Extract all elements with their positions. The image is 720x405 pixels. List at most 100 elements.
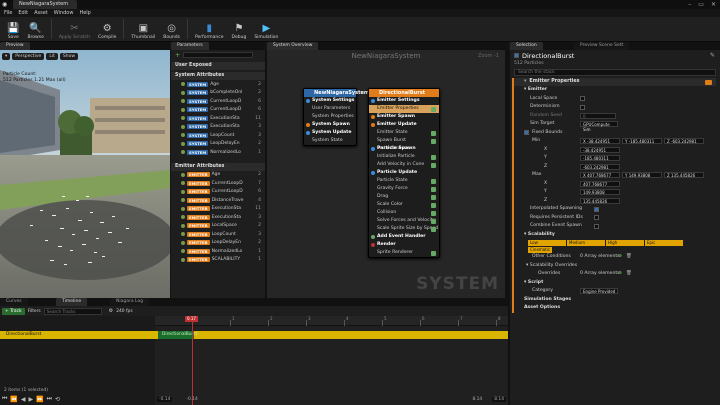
node-row[interactable]: Emitter State (369, 129, 439, 137)
loop-icon[interactable]: ⟲ (55, 396, 60, 403)
node-row[interactable]: Emitter Spawn (369, 113, 439, 121)
parameter-row[interactable]: SYSTEM Age 2 (171, 80, 265, 89)
sim-stages-category[interactable]: Simulation Stages (514, 296, 716, 305)
tab-system-overview[interactable]: System Overview (267, 42, 319, 50)
debug-button[interactable]: ⚑ Debug (228, 17, 251, 42)
parameter-row[interactable]: SYSTEM bCompleteOnl 2 (171, 89, 265, 98)
parameter-row[interactable]: SYSTEM CurrentLoopD 6 (171, 97, 265, 106)
max-y-sub-input[interactable]: 149.93808 (580, 189, 620, 196)
fixed-bounds-checkbox[interactable] (524, 130, 529, 136)
node-row[interactable]: Collision (369, 209, 439, 217)
node-row[interactable]: Emitter Update (369, 121, 439, 129)
random-seed-input[interactable]: 0 (580, 112, 616, 119)
node-row[interactable]: Emitter Settings (369, 97, 439, 105)
time-ruler[interactable]: 012345678 (155, 316, 508, 326)
close-icon[interactable]: ✕ (711, 1, 716, 8)
window-tab[interactable]: NewNiagaraSystem (13, 0, 77, 9)
add-track-button[interactable]: + Track (2, 307, 25, 315)
add-element-icon[interactable]: ⊕ (618, 253, 622, 262)
tab-niagara-log[interactable]: Niagara Log (110, 298, 150, 306)
tab-selection[interactable]: Selection (510, 42, 543, 50)
save-button[interactable]: 💾 Save (3, 17, 23, 42)
max-x-input[interactable]: X 407.768677 (580, 172, 620, 179)
node-row[interactable]: Render (369, 241, 439, 249)
tab-parameters[interactable]: Parameters (171, 42, 209, 50)
scal-tab-medium[interactable]: Medium (567, 239, 605, 246)
tab-curves[interactable]: Curves (0, 298, 28, 306)
parameter-row[interactable]: EMITTER LoopDelayEn 2 (171, 239, 265, 248)
maximize-icon[interactable]: ▭ (698, 1, 704, 8)
emitter-attributes-header[interactable]: Emitter Attributes (171, 162, 265, 171)
node-row[interactable]: Emitter Properties (369, 105, 439, 113)
system-overview-graph[interactable]: NewNiagaraSystem Zoom -1 SYSTEM NewNiaga… (267, 50, 505, 298)
min-x-input[interactable]: X -38.424951 (580, 138, 620, 145)
node-row[interactable]: Initialize Particle (369, 153, 439, 161)
script-category[interactable]: ▾ Script (514, 279, 716, 288)
module-enabled-checkbox[interactable] (431, 154, 436, 160)
compile-button[interactable]: ⚙ Compile (94, 17, 120, 42)
menu-asset[interactable]: Asset (34, 10, 48, 16)
parameter-row[interactable]: SYSTEM LoopDelayEn 2 (171, 140, 265, 149)
node-row[interactable]: Sprite Renderer (369, 249, 439, 257)
menu-edit[interactable]: Edit (18, 10, 28, 16)
node-row[interactable]: System State (304, 137, 356, 145)
scal-tab-low[interactable]: Low (528, 239, 566, 246)
settings-icon[interactable]: ⚙ (109, 308, 113, 314)
parameter-row[interactable]: EMITTER ExecutionSta 11 (171, 205, 265, 214)
filters-button[interactable]: Filters (28, 309, 41, 314)
interp-checkbox[interactable] (594, 206, 599, 212)
range-end[interactable]: 8.14 (492, 396, 506, 402)
performance-button[interactable]: ▮ Performance (191, 17, 228, 42)
parameter-row[interactable]: EMITTER NormalizedLo 1 (171, 247, 265, 256)
parameter-row[interactable]: SYSTEM CurrentLoopD 6 (171, 106, 265, 115)
scal-tab-epic[interactable]: Epic (645, 239, 683, 246)
module-enabled-checkbox[interactable] (431, 210, 436, 216)
parameter-row[interactable]: EMITTER Age 2 (171, 171, 265, 180)
simulation-button[interactable]: ▶ Simulation (250, 17, 282, 42)
add-element-icon[interactable]: ⊕ (618, 270, 622, 279)
bounds-button[interactable]: ◎ Bounds (159, 17, 184, 42)
track-row[interactable]: DirectionalBurst (0, 331, 155, 339)
module-enabled-checkbox[interactable] (431, 218, 436, 224)
parameter-row[interactable]: SYSTEM NormalizedLo 1 (171, 148, 265, 157)
add-parameter-icon[interactable]: + (175, 52, 180, 59)
local-space-checkbox[interactable] (580, 96, 585, 102)
node-row[interactable]: Drag (369, 193, 439, 201)
tab-preview-scene[interactable]: Preview Scene Sett (574, 42, 630, 50)
step-back-icon[interactable]: ⏪ (10, 396, 17, 403)
min-y-input[interactable]: Y -185.480311 (622, 138, 662, 145)
module-enabled-checkbox[interactable] (431, 186, 436, 192)
node-row[interactable]: Solve Forces and Velocity (369, 217, 439, 225)
scalability-category[interactable]: ▾ Scalability (514, 231, 716, 240)
parameters-search-input[interactable] (183, 52, 254, 58)
parameter-row[interactable]: SYSTEM LoopCount 3 (171, 131, 265, 140)
parameter-row[interactable]: EMITTER DistanceTrave 4 (171, 196, 265, 205)
fps-dropdown[interactable]: 240 fps (116, 309, 132, 314)
stack-search-input[interactable]: Search the stack (514, 69, 716, 76)
emitter-range-bar[interactable]: DirectionalBurst (158, 331, 197, 339)
max-x-sub-input[interactable]: 407.768677 (580, 180, 620, 187)
node-row[interactable]: System Settings (304, 97, 356, 105)
node-row[interactable]: Particle State (369, 177, 439, 185)
to-end-icon[interactable]: ⏭ (47, 395, 52, 403)
minimize-icon[interactable]: – (688, 1, 691, 8)
scal-tab-high[interactable]: High (606, 239, 644, 246)
node-row[interactable]: Add Velocity in Cone (369, 161, 439, 169)
req-ids-checkbox[interactable] (594, 215, 599, 221)
parameter-row[interactable]: EMITTER CurrentLoopD 6 (171, 188, 265, 197)
module-enabled-checkbox[interactable] (431, 130, 436, 136)
module-enabled-checkbox[interactable] (431, 202, 436, 208)
module-enabled-checkbox[interactable] (431, 250, 436, 256)
range-start[interactable]: -0.14 (157, 396, 173, 402)
tab-timeline[interactable]: Timeline (56, 298, 88, 306)
module-enabled-checkbox[interactable] (431, 162, 436, 168)
parameter-row[interactable]: EMITTER LocalSpace 2 (171, 222, 265, 231)
min-z-input[interactable]: Z -603.242981 (664, 138, 704, 145)
tab-preview[interactable]: Preview (0, 42, 30, 50)
max-z-sub-input[interactable]: 135.445826 (580, 197, 620, 204)
browse-button[interactable]: 🔍 Browse (23, 17, 47, 42)
emitter-properties-header[interactable]: ▾ Emitter Properties (514, 78, 716, 86)
module-enabled-checkbox[interactable] (431, 138, 436, 144)
node-row[interactable]: Add Event Handler (369, 233, 439, 241)
menu-file[interactable]: File (4, 10, 12, 16)
